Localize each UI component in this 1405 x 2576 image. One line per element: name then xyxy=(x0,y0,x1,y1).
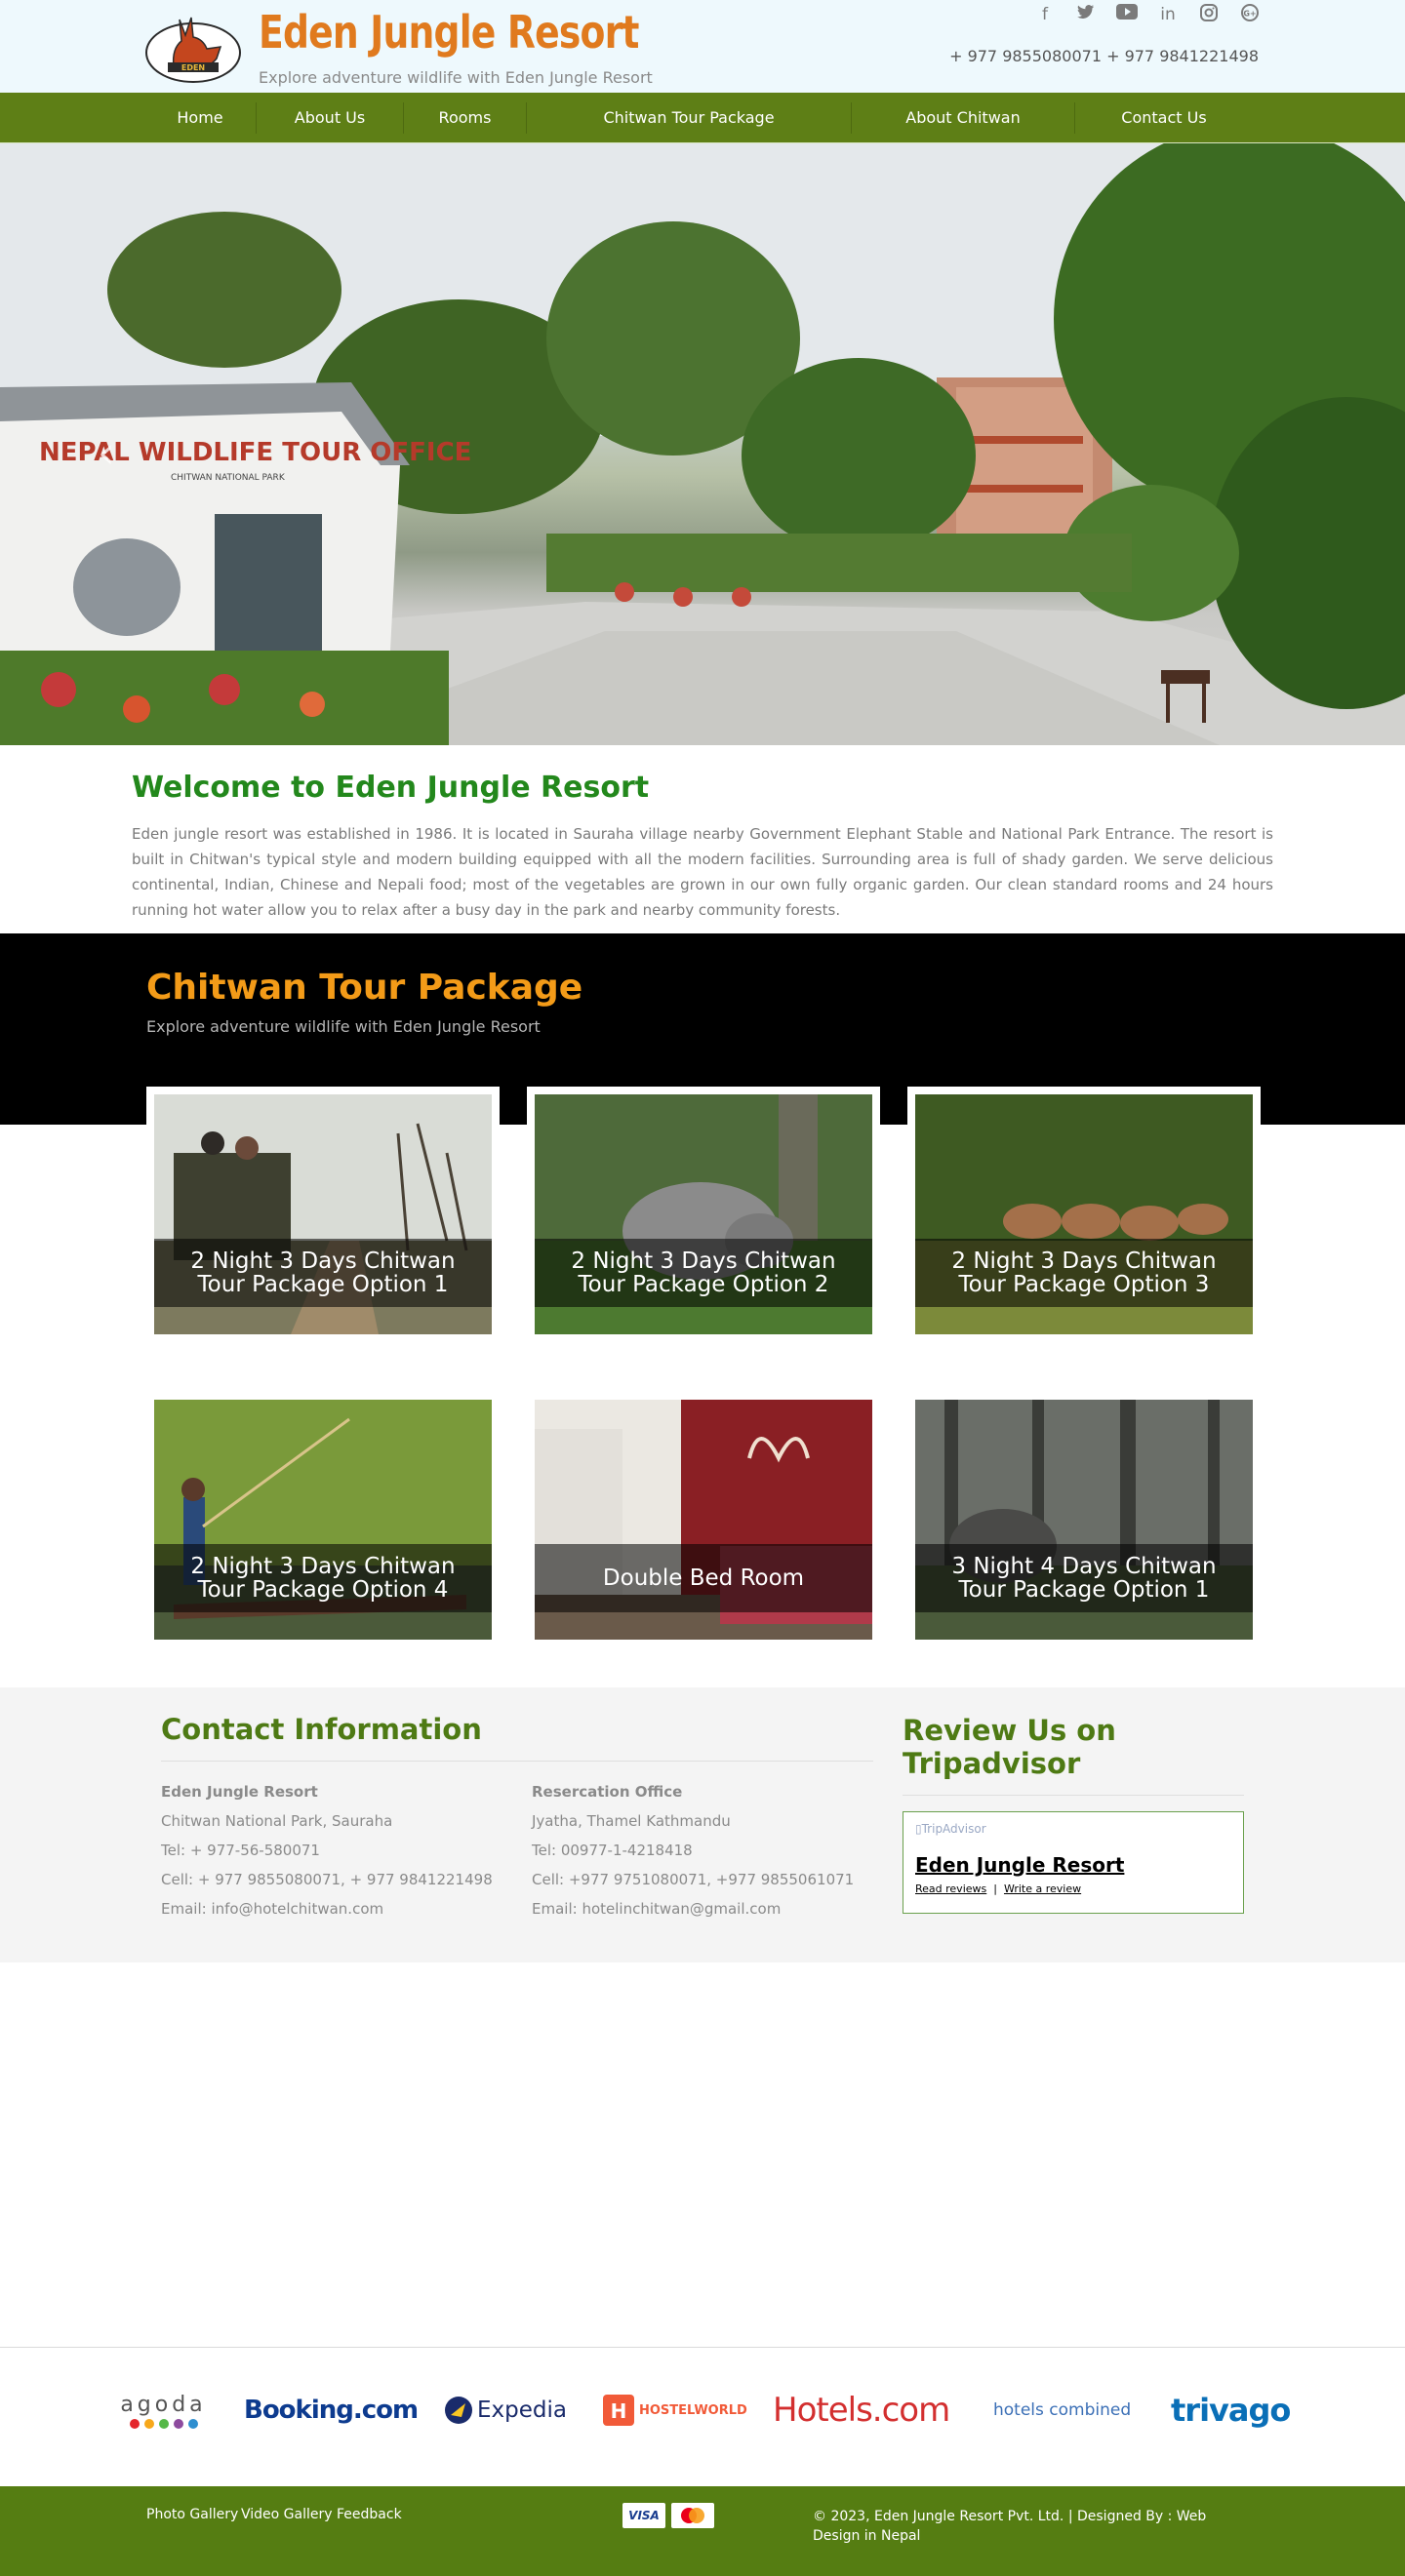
tour-card[interactable]: 2 Night 3 Days Chitwan Tour Package Opti… xyxy=(907,1087,1261,1342)
nav-rooms[interactable]: Rooms xyxy=(404,93,526,143)
read-reviews-link[interactable]: Read reviews xyxy=(915,1882,986,1895)
tour-card-image[interactable]: 2 Night 3 Days Chitwan Tour Package Opti… xyxy=(915,1094,1253,1334)
tour-card[interactable]: Double Bed Room xyxy=(527,1392,880,1647)
office-cell: Cell: +977 9751080071, +977 9855061071 xyxy=(532,1871,855,1888)
footer-link-video-gallery[interactable]: Video Gallery xyxy=(241,2507,333,2522)
header-phones: + 977 9855080071 + 977 9841221498 xyxy=(949,47,1259,65)
divider xyxy=(0,2347,1405,2348)
nav-home[interactable]: Home xyxy=(144,93,256,143)
tour-card-image[interactable]: 2 Night 3 Days Chitwan Tour Package Opti… xyxy=(535,1094,872,1334)
twitter-icon[interactable] xyxy=(1075,4,1097,25)
tour-card-image[interactable]: 2 Night 3 Days Chitwan Tour Package Opti… xyxy=(154,1094,492,1334)
resort-address: Chitwan National Park, Sauraha xyxy=(161,1812,393,1830)
nav-contact-us[interactable]: Contact Us xyxy=(1075,93,1253,143)
link-separator: | xyxy=(993,1882,997,1895)
hotelscombined-logo[interactable]: hotels combined xyxy=(993,2388,1131,2433)
review-title: Review Us on Tripadvisor xyxy=(903,1714,1116,1780)
tour-card[interactable]: 2 Night 3 Days Chitwan Tour Package Opti… xyxy=(146,1087,500,1342)
resort-tel: Tel: + 977-56-580071 xyxy=(161,1842,320,1859)
divider xyxy=(903,1795,1244,1796)
nav-about-us[interactable]: About Us xyxy=(257,93,403,143)
nav-chitwan-tour-package[interactable]: Chitwan Tour Package xyxy=(527,93,851,143)
expedia-logo[interactable]: Expedia xyxy=(444,2388,567,2433)
office-name: Resercation Office xyxy=(532,1783,683,1801)
contact-title: Contact Information xyxy=(161,1713,482,1746)
tour-card-title[interactable]: Double Bed Room xyxy=(535,1544,872,1612)
welcome-title: Welcome to Eden Jungle Resort xyxy=(132,771,650,805)
svg-text:G+: G+ xyxy=(1243,10,1256,19)
youtube-icon[interactable] xyxy=(1116,4,1138,25)
footer-link-photo-gallery[interactable]: Photo Gallery xyxy=(146,2507,238,2522)
tour-card-title[interactable]: 2 Night 3 Days Chitwan Tour Package Opti… xyxy=(915,1239,1253,1307)
tour-card-image[interactable]: 2 Night 3 Days Chitwan Tour Package Opti… xyxy=(154,1400,492,1640)
tour-card-title[interactable]: 2 Night 3 Days Chitwan Tour Package Opti… xyxy=(154,1544,492,1612)
office-tel: Tel: 00977-1-4218418 xyxy=(532,1842,693,1859)
visa-icon: VISA xyxy=(622,2503,665,2528)
tour-card-image[interactable]: 3 Night 4 Days Chitwan Tour Package Opti… xyxy=(915,1400,1253,1640)
welcome-text: Eden jungle resort was established in 19… xyxy=(132,825,1273,919)
hotels-com-logo[interactable]: Hotels.com xyxy=(773,2388,950,2433)
tour-card[interactable]: 2 Night 3 Days Chitwan Tour Package Opti… xyxy=(527,1087,880,1342)
tour-card[interactable]: 3 Night 4 Days Chitwan Tour Package Opti… xyxy=(907,1392,1261,1647)
hostelworld-logo[interactable]: H HOSTELWORLD xyxy=(603,2388,747,2433)
tour-card-title[interactable]: 2 Night 3 Days Chitwan Tour Package Opti… xyxy=(154,1239,492,1307)
trivago-logo[interactable]: trivago xyxy=(1171,2388,1291,2433)
page: EDEN Eden Jungle Resort Explore adventur… xyxy=(0,0,1405,2576)
tour-section-title: Chitwan Tour Package xyxy=(146,968,583,1008)
tour-card[interactable]: 2 Night 3 Days Chitwan Tour Package Opti… xyxy=(146,1392,500,1647)
resort-logo[interactable]: EDEN xyxy=(144,10,242,84)
tour-card-title[interactable]: 2 Night 3 Days Chitwan Tour Package Opti… xyxy=(535,1239,872,1307)
resort-name: Eden Jungle Resort xyxy=(161,1783,318,1801)
office-address: Jyatha, Thamel Kathmandu xyxy=(532,1812,731,1830)
main-nav: Home About Us Rooms Chitwan Tour Package… xyxy=(0,93,1405,143)
office-email: Email: hotelinchitwan@gmail.com xyxy=(532,1900,782,1918)
svg-text:EDEN: EDEN xyxy=(181,63,205,72)
hero-slider: NEPAL WILDLIFE TOUR OFFICE CHITWAN NATIO… xyxy=(0,143,1405,745)
facebook-icon[interactable]: f xyxy=(1034,4,1056,25)
footer-link-feedback[interactable]: Feedback xyxy=(337,2507,402,2522)
social-links: f in G+ xyxy=(1034,4,1261,25)
agoda-logo[interactable]: agoda xyxy=(117,2388,210,2433)
svg-text:H: H xyxy=(611,2399,627,2423)
slider-prev-icon[interactable]: ‹ xyxy=(98,428,115,478)
resort-email: Email: info@hotelchitwan.com xyxy=(161,1900,384,1918)
divider xyxy=(161,1761,873,1762)
booking-logo[interactable]: Booking.com xyxy=(244,2388,419,2433)
google-plus-icon[interactable]: G+ xyxy=(1239,4,1261,25)
mastercard-icon xyxy=(671,2503,714,2528)
hero-image: NEPAL WILDLIFE TOUR OFFICE CHITWAN NATIO… xyxy=(0,143,1405,745)
write-review-link[interactable]: Write a review xyxy=(1004,1882,1081,1895)
instagram-icon[interactable] xyxy=(1198,4,1220,25)
footer-copyright: © 2023, Eden Jungle Resort Pvt. Ltd. | D… xyxy=(813,2509,1207,2544)
site-header: EDEN Eden Jungle Resort Explore adventur… xyxy=(0,0,1405,93)
nav-about-chitwan[interactable]: About Chitwan xyxy=(852,93,1074,143)
brand-tagline: Explore adventure wildlife with Eden Jun… xyxy=(259,68,653,87)
tour-card-title[interactable]: 3 Night 4 Days Chitwan Tour Package Opti… xyxy=(915,1544,1253,1612)
linkedin-icon[interactable]: in xyxy=(1157,4,1179,25)
tripadvisor-widget: ▯TripAdvisor Eden Jungle Resort Read rev… xyxy=(903,1811,1244,1914)
hero-sign-subtext: CHITWAN NATIONAL PARK xyxy=(171,473,286,483)
resort-cell: Cell: + 977 9855080071, + 977 9841221498 xyxy=(161,1871,493,1888)
tripadvisor-resort-link[interactable]: Eden Jungle Resort xyxy=(915,1853,1124,1877)
brand-title[interactable]: Eden Jungle Resort xyxy=(259,6,639,59)
tour-card-image[interactable]: Double Bed Room xyxy=(535,1400,872,1640)
tripadvisor-logo[interactable]: ▯TripAdvisor xyxy=(915,1822,986,1836)
tour-section-subtitle: Explore adventure wildlife with Eden Jun… xyxy=(146,1017,541,1036)
tripadvisor-links: Read reviews | Write a review xyxy=(915,1882,1081,1895)
